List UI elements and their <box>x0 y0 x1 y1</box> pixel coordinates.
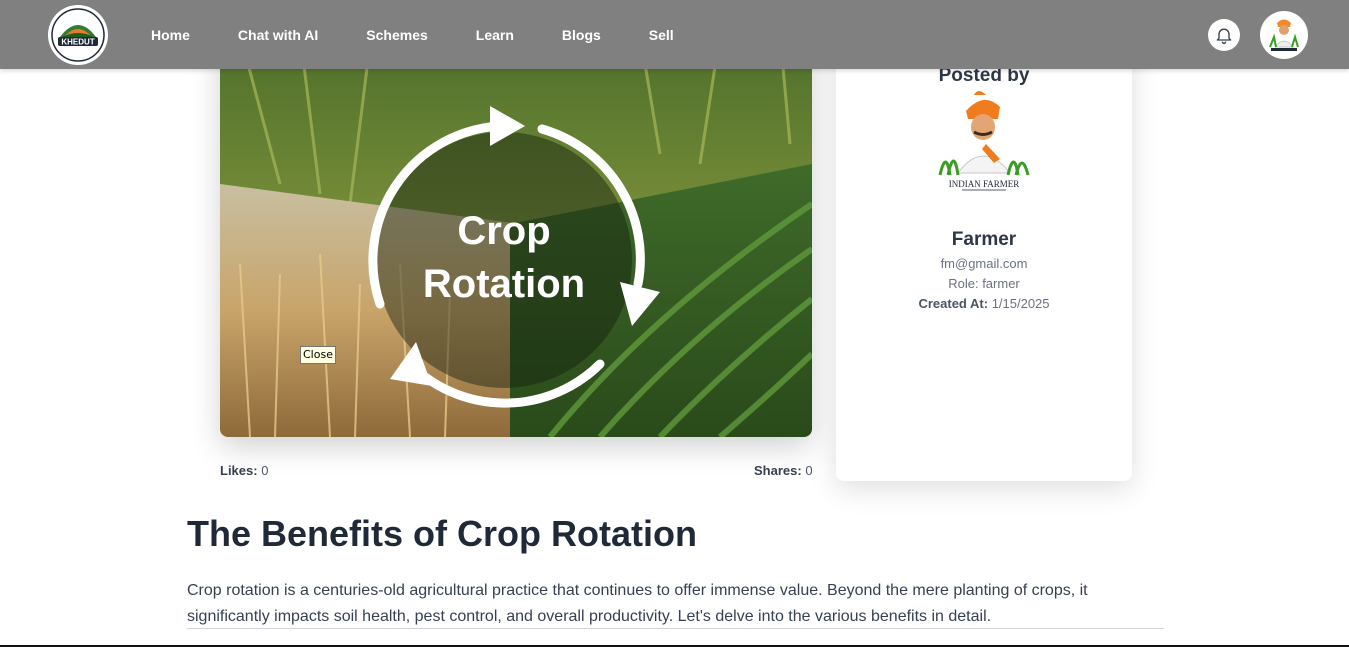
author-name: Farmer <box>951 229 1017 250</box>
likes-count: Likes: 0 <box>220 463 268 478</box>
created-at-label: Created At: <box>918 296 989 311</box>
svg-text:KHEDUT: KHEDUT <box>61 38 94 47</box>
user-avatar[interactable] <box>1260 11 1308 59</box>
svg-text:Rotation: Rotation <box>423 262 585 306</box>
author-card: Posted by INDIAN FARMER Farmer fm@gmail. <box>836 42 1132 481</box>
created-at-value: 1/15/2025 <box>991 296 1050 311</box>
author-role: Role: farmer <box>948 276 1020 291</box>
nav-home[interactable]: Home <box>151 27 190 43</box>
author-created-at: Created At: 1/15/2025 <box>836 296 1132 311</box>
nav-blogs[interactable]: Blogs <box>562 27 601 43</box>
bell-icon <box>1216 28 1232 44</box>
khedut-logo[interactable]: KHEDUT <box>48 5 108 65</box>
nav-sell[interactable]: Sell <box>649 27 674 43</box>
shares-value: 0 <box>805 463 813 478</box>
likes-value: 0 <box>261 463 269 478</box>
indian-farmer-icon: INDIAN FARMER <box>928 89 1040 201</box>
shares-count: Shares: 0 <box>754 463 813 478</box>
shares-label: Shares: <box>754 463 802 478</box>
main-nav: Home Chat with AI Schemes Learn Blogs Se… <box>151 0 722 69</box>
logo-icon: KHEDUT <box>51 8 105 62</box>
nav-learn[interactable]: Learn <box>476 27 514 43</box>
crop-rotation-illustration: Crop Rotation <box>220 34 812 437</box>
author-image: INDIAN FARMER <box>928 89 1040 201</box>
nav-chat-with-ai[interactable]: Chat with AI <box>238 27 318 43</box>
svg-text:Crop: Crop <box>457 209 550 253</box>
top-navbar: KHEDUT Home Chat with AI Schemes Learn B… <box>0 0 1349 69</box>
close-tooltip: Close <box>300 346 336 364</box>
farmer-avatar-icon <box>1263 14 1305 56</box>
nav-schemes[interactable]: Schemes <box>366 27 427 43</box>
likes-label: Likes: <box>220 463 258 478</box>
article-intro: Crop rotation is a centuries-old agricul… <box>187 578 1164 629</box>
svg-text:INDIAN FARMER: INDIAN FARMER <box>949 179 1020 189</box>
author-email: fm@gmail.com <box>940 256 1028 271</box>
blog-hero-image: Crop Rotation <box>220 34 812 437</box>
article-title: The Benefits of Crop Rotation <box>187 513 697 554</box>
notification-button[interactable] <box>1208 19 1240 51</box>
